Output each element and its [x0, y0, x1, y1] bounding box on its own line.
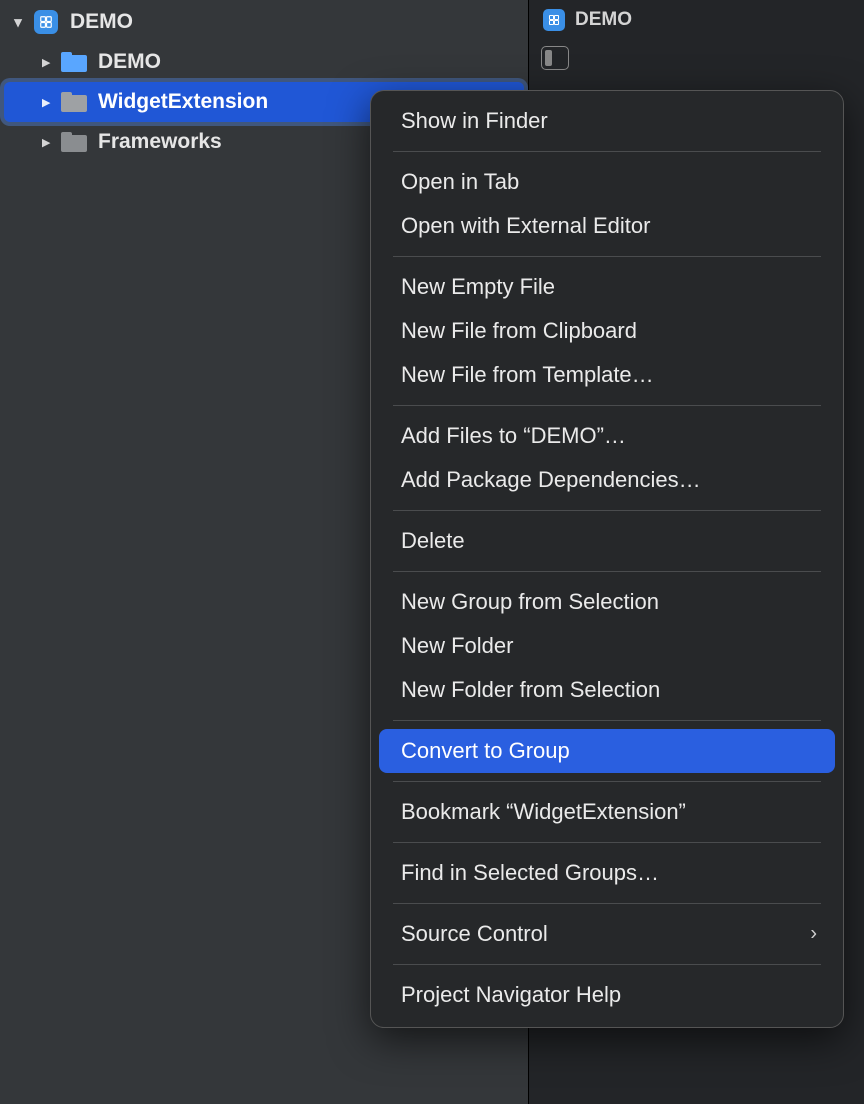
menu-item[interactable]: Delete [379, 519, 835, 563]
menu-separator [393, 405, 821, 406]
menu-item[interactable]: Project Navigator Help [379, 973, 835, 1017]
menu-item[interactable]: New Folder from Selection [379, 668, 835, 712]
menu-item-label: New Empty File [401, 274, 555, 300]
disclosure-down-icon[interactable]: ▾ [10, 13, 26, 31]
menu-item-label: Show in Finder [401, 108, 548, 134]
menu-item-label: Open with External Editor [401, 213, 650, 239]
menu-item[interactable]: Add Files to “DEMO”… [379, 414, 835, 458]
editor-title: DEMO [575, 9, 632, 31]
menu-separator [393, 842, 821, 843]
menu-item[interactable]: Convert to Group [379, 729, 835, 773]
menu-separator [393, 510, 821, 511]
menu-item-label: New Folder from Selection [401, 677, 660, 703]
sidebar-toggle-icon[interactable] [541, 46, 569, 70]
project-icon [541, 9, 567, 31]
folder-label: Frameworks [98, 130, 222, 154]
menu-separator [393, 781, 821, 782]
menu-item-label: Delete [401, 528, 465, 554]
menu-separator [393, 720, 821, 721]
menu-item-label: Add Package Dependencies… [401, 467, 701, 493]
menu-item-label: Convert to Group [401, 738, 570, 764]
menu-item[interactable]: Find in Selected Groups… [379, 851, 835, 895]
menu-separator [393, 151, 821, 152]
menu-item-label: Add Files to “DEMO”… [401, 423, 626, 449]
menu-item[interactable]: Bookmark “WidgetExtension” [379, 790, 835, 834]
menu-separator [393, 571, 821, 572]
chevron-right-icon: › [810, 923, 817, 946]
menu-item[interactable]: New File from Template… [379, 353, 835, 397]
menu-separator [393, 256, 821, 257]
menu-item-label: New Group from Selection [401, 589, 659, 615]
menu-item-label: Open in Tab [401, 169, 519, 195]
menu-separator [393, 903, 821, 904]
menu-item-label: Find in Selected Groups… [401, 860, 659, 886]
folder-icon [60, 50, 88, 74]
menu-item[interactable]: Add Package Dependencies… [379, 458, 835, 502]
project-root-label: DEMO [70, 10, 133, 34]
menu-item-label: New File from Clipboard [401, 318, 637, 344]
menu-item-label: Source Control [401, 921, 548, 947]
folder-icon [60, 90, 88, 114]
folder-demo-row[interactable]: ▸ DEMO [0, 42, 528, 82]
menu-item[interactable]: Source Control › [379, 912, 835, 956]
menu-item[interactable]: Open with External Editor [379, 204, 835, 248]
editor-path-bar[interactable]: DEMO [541, 4, 864, 36]
menu-item[interactable]: Open in Tab [379, 160, 835, 204]
menu-item-label: New Folder [401, 633, 513, 659]
menu-item-label: New File from Template… [401, 362, 654, 388]
menu-item[interactable]: New File from Clipboard [379, 309, 835, 353]
menu-item-label: Bookmark “WidgetExtension” [401, 799, 686, 825]
folder-label: DEMO [98, 50, 161, 74]
project-root-row[interactable]: ▾ DEMO [0, 2, 528, 42]
disclosure-right-icon[interactable]: ▸ [38, 53, 54, 71]
menu-item[interactable]: New Group from Selection [379, 580, 835, 624]
menu-item[interactable]: New Empty File [379, 265, 835, 309]
folder-label: WidgetExtension [98, 90, 268, 114]
menu-item[interactable]: New Folder [379, 624, 835, 668]
menu-item-label: Project Navigator Help [401, 982, 621, 1008]
menu-separator [393, 964, 821, 965]
context-menu: Show in Finder Open in Tab Open with Exter… [370, 90, 844, 1028]
disclosure-right-icon[interactable]: ▸ [38, 93, 54, 111]
project-icon [32, 10, 60, 34]
disclosure-right-icon[interactable]: ▸ [38, 133, 54, 151]
menu-item[interactable]: Show in Finder [379, 99, 835, 143]
folder-icon [60, 130, 88, 154]
